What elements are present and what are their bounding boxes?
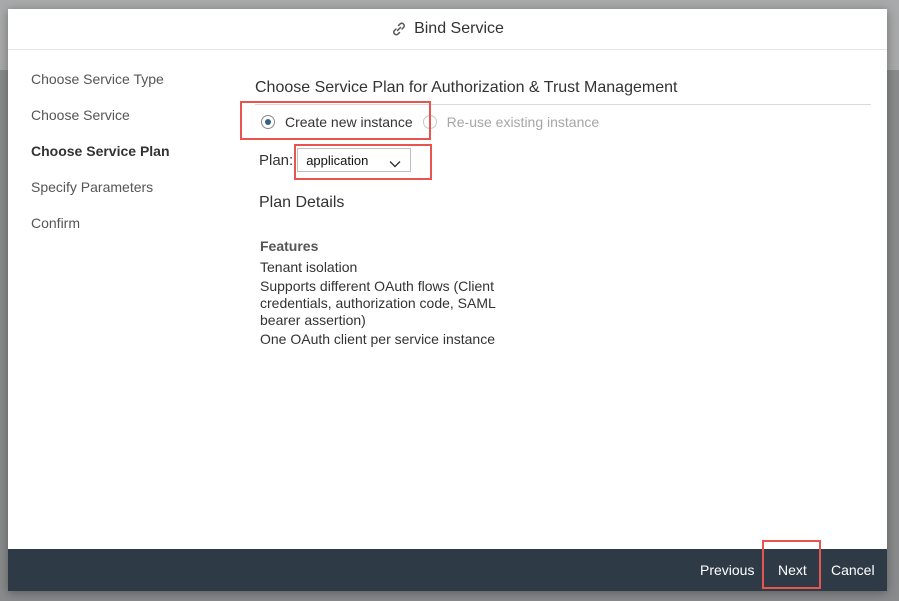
plan-row: Plan: application — [259, 148, 871, 172]
step-choose-service[interactable]: Choose Service — [31, 106, 170, 142]
feature-item: One OAuth client per service instance — [260, 331, 496, 347]
features-heading: Features — [260, 238, 319, 254]
radio-unchecked-icon — [422, 115, 437, 129]
link-icon — [391, 21, 407, 37]
plan-content: Choose Service Plan for Authorization & … — [255, 79, 871, 350]
next-button[interactable]: Next — [778, 549, 807, 591]
step-confirm[interactable]: Confirm — [31, 214, 170, 250]
step-specify-parameters[interactable]: Specify Parameters — [31, 178, 170, 214]
features-list: Tenant isolation Supports different OAut… — [260, 259, 505, 348]
create-new-instance-option[interactable]: Create new instance — [261, 114, 413, 130]
dialog-header: Bind Service — [8, 9, 887, 50]
bind-service-dialog: Bind Service Choose Service Type Choose … — [8, 9, 887, 591]
feature-item: Tenant isolation — [260, 259, 358, 275]
step-choose-service-plan[interactable]: Choose Service Plan — [31, 142, 170, 178]
plan-details-heading: Plan Details — [259, 194, 345, 211]
chevron-down-icon — [389, 156, 401, 171]
instance-options: Create new instance Re-use existing inst… — [255, 111, 871, 133]
reuse-existing-instance-label: Re-use existing instance — [446, 114, 600, 130]
plan-label: Plan: — [259, 151, 294, 169]
plan-select[interactable]: application — [297, 148, 412, 172]
dialog-title: Bind Service — [414, 20, 504, 37]
dialog-footer: Previous Next Cancel — [8, 549, 887, 591]
section-title: Choose Service Plan for Authorization & … — [255, 79, 871, 105]
previous-button[interactable]: Previous — [700, 549, 754, 591]
step-choose-service-type[interactable]: Choose Service Type — [31, 70, 170, 106]
feature-item: Supports different OAuth flows (Client c… — [260, 278, 496, 328]
wizard-steps: Choose Service Type Choose Service Choos… — [31, 70, 170, 250]
reuse-existing-instance-option: Re-use existing instance — [422, 114, 600, 130]
plan-selected-value: application — [306, 152, 369, 168]
cancel-button[interactable]: Cancel — [831, 549, 875, 591]
create-new-instance-label: Create new instance — [285, 114, 413, 130]
features-section: Features Tenant isolation Supports diffe… — [260, 238, 871, 348]
radio-checked-icon[interactable] — [261, 115, 275, 129]
